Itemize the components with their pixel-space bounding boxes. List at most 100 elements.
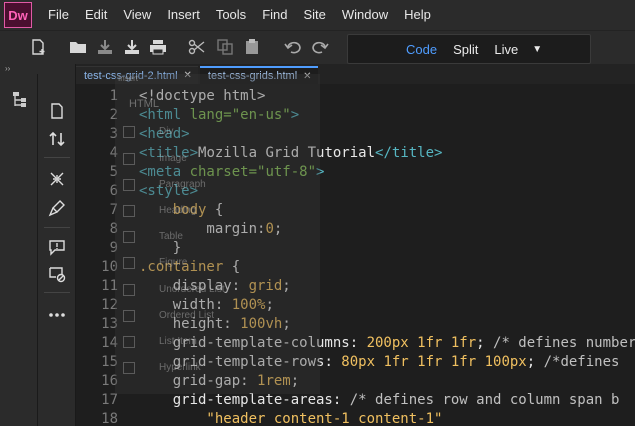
code-text[interactable]: grid-template-columns: 200px 1fr 1fr; /*… <box>139 334 635 353</box>
document-icon[interactable] <box>46 100 68 122</box>
code-line[interactable]: 8 margin:0; <box>76 220 635 239</box>
code-line[interactable]: 6 <style> <box>76 182 635 201</box>
code-line[interactable]: 4 <title>Mozilla Grid Tutorial</title> <box>76 144 635 163</box>
comment-icon[interactable] <box>46 236 68 258</box>
code-text[interactable]: <title>Mozilla Grid Tutorial</title> <box>139 144 442 163</box>
code-line[interactable]: 16 grid-gap: 1rem; <box>76 372 635 391</box>
line-number: 7 <box>109 202 118 218</box>
code-text[interactable]: grid-template-rows: 80px 1fr 1fr 1fr 100… <box>139 353 620 372</box>
code-line[interactable]: 5 <meta charset="utf-8"> <box>76 163 635 182</box>
tab-test-css-grids[interactable]: test-css-grids.html ✕ <box>199 66 318 84</box>
dreamweaver-logo: Dw <box>4 2 32 28</box>
code-line[interactable]: 7 body { <box>76 201 635 220</box>
line-number: 18 <box>101 411 118 426</box>
line-number: 1 <box>109 88 118 104</box>
menu-window[interactable]: Window <box>334 0 396 30</box>
chevron-down-icon[interactable]: ▼ <box>532 44 542 55</box>
code-text[interactable]: height: 100vh; <box>139 315 291 334</box>
open-folder-icon[interactable] <box>68 37 88 57</box>
menu-site[interactable]: Site <box>295 0 333 30</box>
menu-tools[interactable]: Tools <box>208 0 254 30</box>
line-number: 9 <box>109 240 118 256</box>
code-text[interactable]: <style> <box>139 182 198 201</box>
code-text[interactable]: .container { <box>139 258 240 277</box>
menu-view[interactable]: View <box>115 0 159 30</box>
print-icon[interactable] <box>148 37 168 57</box>
menu-bar: Dw File Edit View Insert Tools Find Site… <box>0 0 635 30</box>
line-number: 6 <box>109 183 118 199</box>
redo-icon[interactable] <box>310 37 330 57</box>
left-panel-strip <box>0 74 38 426</box>
code-text[interactable]: grid-template-areas: /* defines row and … <box>139 391 620 410</box>
menu-file[interactable]: File <box>40 0 77 30</box>
code-text[interactable]: <meta charset="utf-8"> <box>139 163 324 182</box>
code-text[interactable]: "header content-1 content-1" <box>139 410 442 426</box>
panel-icons-strip <box>38 64 76 426</box>
validate-icon[interactable] <box>46 263 68 285</box>
line-number: 12 <box>101 297 118 313</box>
line-number: 13 <box>101 316 118 332</box>
line-number: 4 <box>109 145 118 161</box>
code-text[interactable]: } <box>139 239 181 258</box>
code-view-button[interactable]: Code <box>398 42 445 57</box>
code-text[interactable]: <html lang="en-us"> <box>139 106 299 125</box>
code-line[interactable]: 17 grid-template-areas: /* defines row a… <box>76 391 635 410</box>
expand-arrows-icon[interactable] <box>46 168 68 190</box>
new-document-icon[interactable] <box>28 37 48 57</box>
code-text[interactable]: display: grid; <box>139 277 291 296</box>
view-switcher: Code Split Live ▼ <box>347 34 591 64</box>
line-number: 2 <box>109 107 118 123</box>
more-options-icon[interactable] <box>46 304 68 326</box>
line-number: 17 <box>101 392 118 408</box>
copy-icon[interactable] <box>215 37 235 57</box>
document-tabs: test-css-grid-2.html ✕ test-css-grids.ht… <box>76 64 635 84</box>
code-text[interactable]: margin:0; <box>139 220 282 239</box>
code-line[interactable]: 2 <html lang="en-us"> <box>76 106 635 125</box>
menu-edit[interactable]: Edit <box>77 0 115 30</box>
code-editor[interactable]: 1 <!doctype html> 2 <html lang="en-us"> 3 <he… <box>76 84 635 426</box>
line-number: 15 <box>101 354 118 370</box>
live-view-button[interactable]: Live <box>486 42 526 57</box>
code-text[interactable]: width: 100%; <box>139 296 274 315</box>
tab-label: test-css-grid-2.html <box>84 69 178 82</box>
line-number: 10 <box>101 259 118 275</box>
code-line[interactable]: 12 width: 100%; <box>76 296 635 315</box>
dom-tree-icon[interactable] <box>8 88 30 110</box>
code-line[interactable]: 3 <head> <box>76 125 635 144</box>
code-line[interactable]: 9 } <box>76 239 635 258</box>
code-line[interactable]: 18 "header content-1 content-1" <box>76 410 635 426</box>
cut-icon[interactable] <box>187 37 207 57</box>
line-number: 14 <box>101 335 118 351</box>
code-text[interactable]: grid-gap: 1rem; <box>139 372 299 391</box>
line-number: 16 <box>101 373 118 389</box>
menu-help[interactable]: Help <box>396 0 439 30</box>
code-text[interactable]: <!doctype html> <box>139 87 265 106</box>
code-line[interactable]: 14 grid-template-columns: 200px 1fr 1fr;… <box>76 334 635 353</box>
line-number: 11 <box>101 278 118 294</box>
code-text[interactable]: body { <box>139 201 224 220</box>
close-icon[interactable]: ✕ <box>184 70 192 81</box>
get-file-icon[interactable] <box>95 37 115 57</box>
paste-icon[interactable] <box>242 37 262 57</box>
menu-find[interactable]: Find <box>254 0 295 30</box>
brush-icon[interactable] <box>46 197 68 219</box>
line-number: 5 <box>109 164 118 180</box>
tab-test-css-grid-2[interactable]: test-css-grid-2.html ✕ <box>76 66 198 84</box>
line-number: 8 <box>109 221 118 237</box>
split-view-button[interactable]: Split <box>445 42 486 57</box>
code-line[interactable]: 10 .container { <box>76 258 635 277</box>
line-number: 3 <box>109 126 118 142</box>
toolbar: Code Split Live ▼ <box>0 30 635 64</box>
code-line[interactable]: 13 height: 100vh; <box>76 315 635 334</box>
code-line[interactable]: 1 <!doctype html> <box>76 87 635 106</box>
undo-icon[interactable] <box>283 37 303 57</box>
tab-label: test-css-grids.html <box>207 70 298 82</box>
sort-arrows-icon[interactable] <box>46 128 68 150</box>
put-file-icon[interactable] <box>122 37 142 57</box>
code-line[interactable]: 11 display: grid; <box>76 277 635 296</box>
panel-expand-toggle[interactable]: ›› <box>0 64 38 74</box>
close-icon[interactable]: ✕ <box>303 71 311 82</box>
code-line[interactable]: 15 grid-template-rows: 80px 1fr 1fr 1fr … <box>76 353 635 372</box>
menu-insert[interactable]: Insert <box>159 0 208 30</box>
code-text[interactable]: <head> <box>139 125 190 144</box>
